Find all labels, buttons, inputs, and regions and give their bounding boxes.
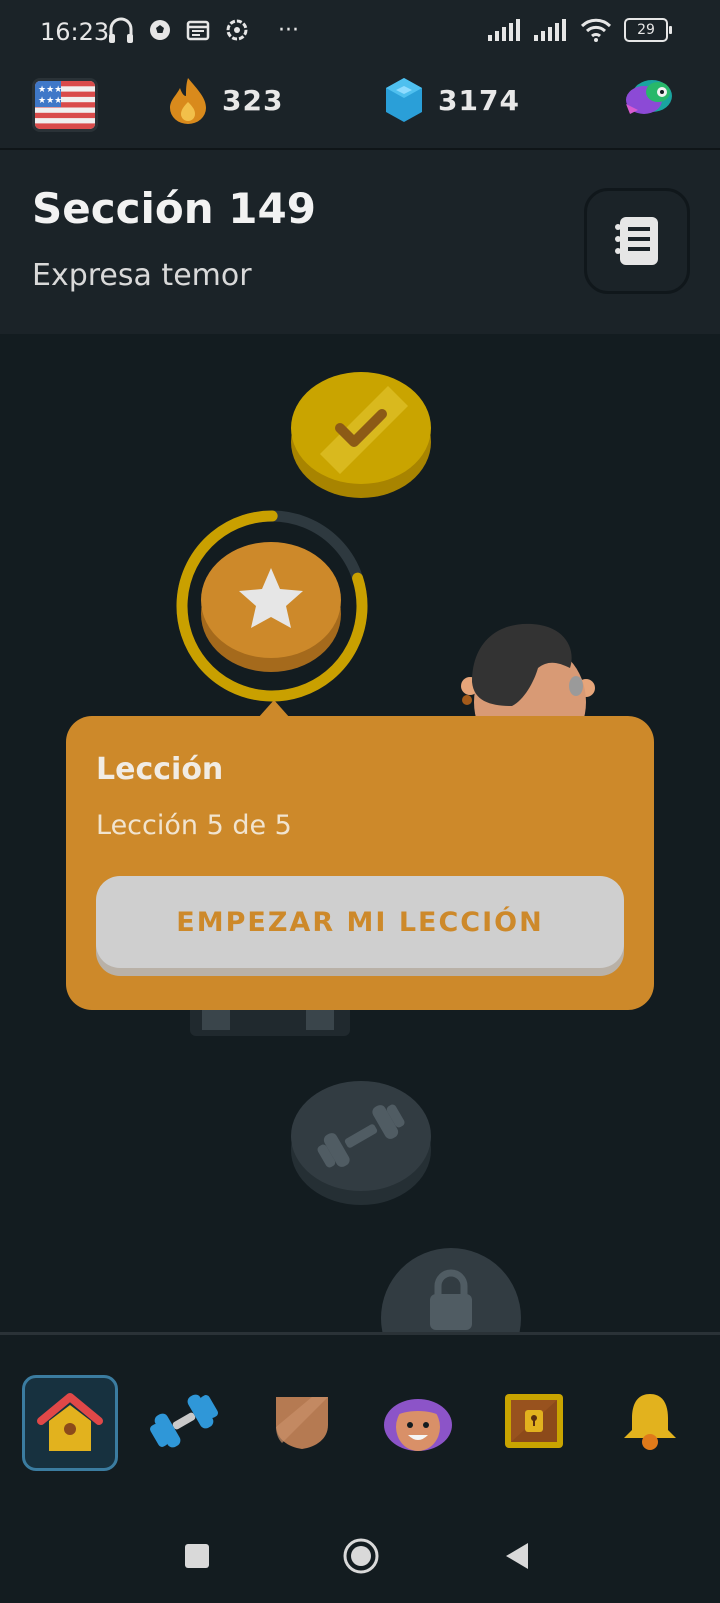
status-time: 16:23 [40,18,110,46]
practice-dumbbell-icon [150,1394,218,1448]
notebook-icon [615,217,658,265]
bottom-nav [0,1332,720,1603]
back-icon[interactable] [504,1541,530,1571]
us-flag-icon: ★★★ ★★★ [35,81,95,129]
more-notifications-icon: ··· [278,17,299,43]
nav-shop[interactable] [488,1375,580,1467]
nav-characters[interactable] [372,1375,464,1467]
settings-sync-icon [226,19,248,41]
signal-icon [488,19,520,41]
wifi-icon [580,18,612,42]
popup-subtitle: Lección 5 de 5 [96,810,292,841]
soccer-ball-icon [150,20,170,40]
flame-icon [170,78,206,124]
popup-title: Lección [96,752,224,787]
nav-practice[interactable] [138,1375,230,1467]
nav-notifications[interactable] [604,1375,696,1467]
home-circle-icon[interactable] [342,1537,380,1575]
svg-text:★★★: ★★★ [38,85,62,95]
locked-lesson-node[interactable] [380,1246,522,1332]
current-lesson-node[interactable] [172,506,372,706]
super-duo-icon [626,80,672,114]
streak-count: 323 [222,83,284,117]
home-icon [37,1393,103,1451]
super-button[interactable] [622,74,678,128]
character-icon [384,1399,452,1451]
status-bar: 16:23 ··· 29 [0,0,720,70]
practice-node-locked[interactable] [290,1076,432,1206]
section-title: Sección 149 [32,184,316,233]
character-illustration [461,623,595,722]
gems-count: 3174 [438,83,520,117]
course-flag-button[interactable]: ★★★ ★★★ [32,78,98,132]
lesson-popup: Lección Lección 5 de 5 EMPEZAR MI LECCIÓ… [66,716,654,1010]
section-header[interactable]: Sección 149 Expresa temor [0,150,720,334]
completed-lesson-node[interactable] [290,366,432,500]
svg-text:★★★: ★★★ [38,96,62,106]
notification-icons: ··· [108,16,299,44]
treasure-chest-icon [505,1394,563,1448]
bell-icon [624,1394,676,1450]
system-status-icons: 29 [488,18,672,42]
nav-leagues[interactable] [256,1375,348,1467]
signal-icon-2 [534,19,566,41]
recent-apps-icon[interactable] [184,1543,210,1569]
top-stats-bar: ★★★ ★★★ 323 3174 [0,70,720,150]
streak-counter[interactable]: 323 [168,76,283,124]
calendar-icon [186,20,210,41]
gems-counter[interactable]: 3174 [384,76,520,124]
headphones-icon [109,17,133,43]
guidebook-button[interactable] [584,188,690,294]
battery-level: 29 [637,22,655,38]
gem-icon [386,78,422,122]
league-shield-icon [276,1397,328,1449]
start-lesson-button[interactable]: EMPEZAR MI LECCIÓN [96,876,624,968]
battery-indicator: 29 [624,18,672,42]
section-subtitle: Expresa temor [32,258,252,293]
nav-learn[interactable] [22,1375,118,1471]
